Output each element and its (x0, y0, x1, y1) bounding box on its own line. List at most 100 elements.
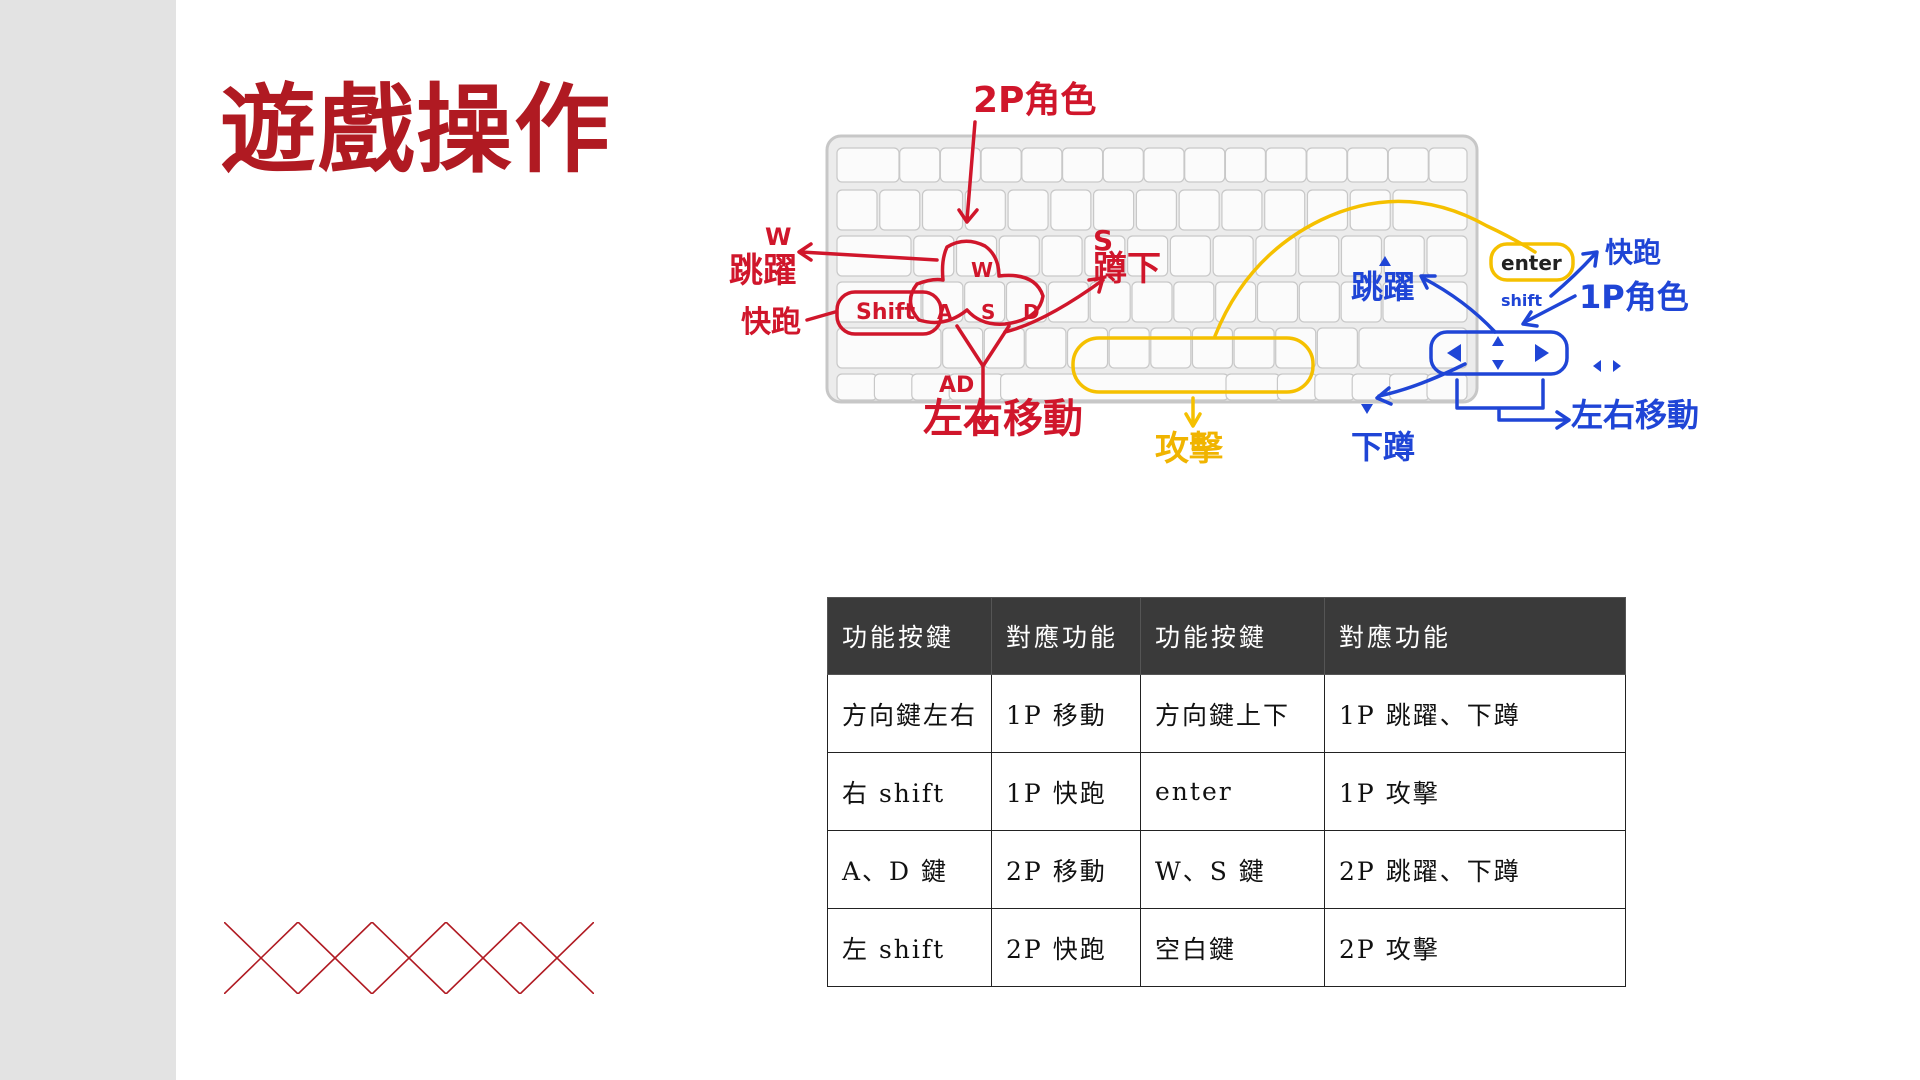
keyboard-key (1224, 147, 1267, 183)
annotation-2p-dash: 快跑 (741, 305, 801, 340)
keyboard-key (1150, 327, 1192, 369)
keyboard-key (1265, 147, 1307, 183)
keyboard-key (1178, 189, 1220, 231)
arrow-up-icon (1492, 336, 1504, 346)
keyboard-key (1264, 189, 1306, 231)
key-letter-w: W (971, 258, 993, 282)
table-cell: 右 shift (826, 752, 993, 831)
keyboard-key (1135, 189, 1177, 231)
keyboard-key (899, 147, 941, 183)
keyboard-key (836, 189, 878, 231)
keyboard-key (1173, 281, 1215, 323)
table-cell: A、D 鍵 (826, 830, 993, 909)
keyboard-key (1021, 147, 1063, 183)
table-cell: W、S 鍵 (1140, 830, 1326, 909)
keyboard-key (1275, 327, 1317, 369)
keyboard-key (1221, 189, 1263, 231)
keyboard-key (1349, 189, 1391, 231)
keyboard-key (1184, 147, 1226, 183)
annotation-2p-jump: 跳躍 (729, 251, 797, 291)
keyboard-key (1225, 373, 1281, 401)
keyboard-key (964, 189, 1006, 231)
keyboard-key (1061, 147, 1104, 183)
keyboard-key (1050, 189, 1092, 231)
keyboard-key (1212, 235, 1254, 277)
keyboard-key (1256, 281, 1299, 323)
table-cell: 方向鍵上下 (1140, 674, 1326, 753)
table-cell: 1P 移動 (991, 674, 1142, 753)
annotation-1p-dash: 快跑 (1605, 236, 1661, 269)
keyboard-key (1314, 373, 1356, 401)
annotation-right-shift: shift (1501, 291, 1542, 310)
crouch-down-marker-icon (1361, 404, 1373, 414)
slide-title: 遊戲操作 (220, 74, 612, 186)
keyboard-key (1143, 147, 1185, 183)
table-cell: 方向鍵左右 (826, 674, 993, 753)
keyboard-key (1428, 147, 1468, 183)
keyboard-key (836, 147, 900, 183)
move-left-marker-icon (1593, 360, 1601, 372)
keyboard-key (1298, 235, 1340, 277)
table-cell: 2P 跳躍、下蹲 (1324, 830, 1627, 909)
annotation-1p-move: 左右移動 (1571, 396, 1699, 434)
annotation-1p-jump: 跳躍 (1351, 268, 1415, 306)
keyboard-key (1316, 327, 1358, 369)
left-sidebar-strip (0, 0, 176, 1080)
keyboard-key (836, 373, 878, 401)
keyboard-key (1215, 281, 1257, 323)
move-right-marker-icon (1613, 360, 1621, 372)
keyboard-key (1102, 147, 1144, 183)
arrow-right-icon (1535, 344, 1549, 362)
table-cell: 1P 快跑 (991, 752, 1142, 831)
table-cell: 空白鍵 (1140, 908, 1326, 987)
table-row: 方向鍵左右 1P 移動 方向鍵上下 1P 跳躍、下蹲 (826, 674, 1627, 753)
table-cell: enter (1140, 752, 1326, 831)
annotation-2p-character: 2P角色 (973, 80, 1096, 121)
table-cell: 2P 攻擊 (1324, 908, 1627, 987)
table-header-cell: 對應功能 (1324, 597, 1627, 675)
table-header-cell: 功能按鍵 (826, 597, 993, 675)
keyboard-key (1233, 327, 1275, 369)
keyboard-key (1306, 147, 1348, 183)
annotation-1p-crouch: 下蹲 (1351, 428, 1415, 466)
table-cell: 左 shift (826, 908, 993, 987)
annotation-shift-key: Shift (856, 300, 916, 325)
controls-table: 功能按鍵 對應功能 功能按鍵 對應功能 方向鍵左右 1P 移動 方向鍵上下 1P… (826, 597, 1627, 987)
keyboard-key (879, 189, 921, 231)
keyboard-key (1041, 235, 1083, 277)
table-row: A、D 鍵 2P 移動 W、S 鍵 2P 跳躍、下蹲 (826, 830, 1627, 909)
annotation-2p-move: 左右移動 (923, 396, 1083, 442)
keyboard-key (921, 189, 964, 231)
table-row: 右 shift 1P 快跑 enter 1P 攻擊 (826, 752, 1627, 831)
keyboard-key (1191, 327, 1234, 369)
annotation-enter-key: enter (1501, 251, 1562, 275)
table-cell: 2P 移動 (991, 830, 1142, 909)
keyboard-key (913, 235, 955, 277)
annotation-w-key: W (765, 223, 791, 251)
table-cell: 1P 攻擊 (1324, 752, 1627, 831)
annotation-attack: 攻擊 (1155, 429, 1224, 469)
table-header-row: 功能按鍵 對應功能 功能按鍵 對應功能 (826, 597, 1627, 675)
keyboard-key (873, 373, 915, 401)
keyboard-key (1255, 235, 1297, 277)
keyboard-key (1426, 235, 1468, 277)
arrow-down-icon (1492, 360, 1504, 370)
keyboard-key (939, 147, 982, 183)
keyboard-key (980, 147, 1022, 183)
keyboard-key (1387, 147, 1429, 183)
table-cell: 1P 跳躍、下蹲 (1324, 674, 1627, 753)
table-header-cell: 功能按鍵 (1140, 597, 1326, 675)
keyboard-key (1007, 189, 1049, 231)
keyboard-key (1169, 235, 1211, 277)
keyboard-annotated-figure: 2P角色 W 跳躍 W A S D Shift 快跑 AD 左右移動 S 蹲下 (705, 70, 1785, 550)
keyboard-key (998, 235, 1040, 277)
keyboard-key (1358, 327, 1468, 369)
table-header-cell: 對應功能 (991, 597, 1142, 675)
keyboard-illustration: 2P角色 W 跳躍 W A S D Shift 快跑 AD 左右移動 S 蹲下 (729, 80, 1699, 469)
keyboard-key (1025, 327, 1067, 369)
keyboard-key (1108, 327, 1150, 369)
decorative-cross-pattern (224, 922, 594, 994)
key-letter-s: S (981, 300, 995, 324)
keyboard-key (1298, 281, 1340, 323)
annotation-1p-character: 1P角色 (1579, 278, 1689, 316)
